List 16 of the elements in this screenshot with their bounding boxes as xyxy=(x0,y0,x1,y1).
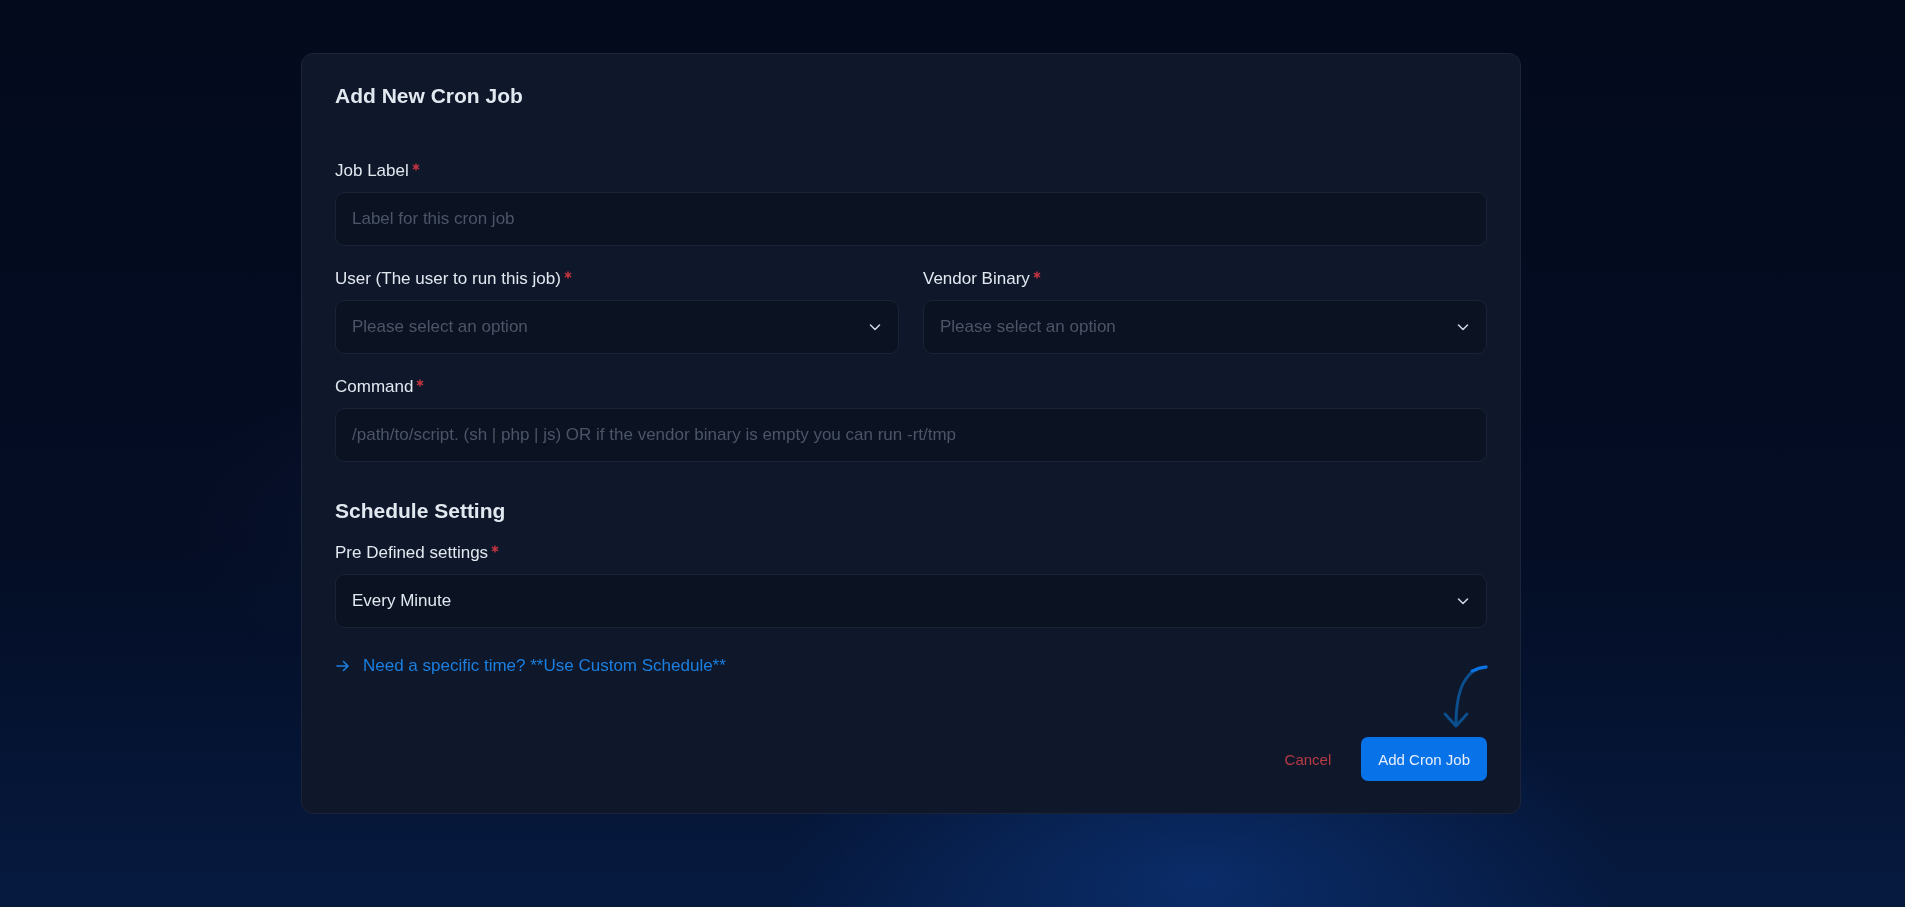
field-label: Pre Defined settings xyxy=(335,542,489,564)
field-label: Vendor Binary xyxy=(923,268,1030,290)
select-dropdown[interactable]: Please select an option xyxy=(335,300,899,354)
field-label: User (The user to run this job) xyxy=(335,268,561,290)
text-input-field[interactable]: Label for this cron job xyxy=(335,192,1487,246)
select-dropdown[interactable]: Please select an option xyxy=(923,300,1487,354)
dialog-title: Add New Cron Job xyxy=(335,83,524,109)
custom-schedule-link[interactable]: Need a specific time? **Use Custom Schedule** xyxy=(363,656,726,676)
select-dropdown[interactable]: Every Minute xyxy=(335,574,1487,628)
arrow-right-icon xyxy=(335,658,351,674)
field-label: Command xyxy=(335,376,414,398)
add-button[interactable]: Add Cron Job xyxy=(1361,737,1487,781)
section-heading: Schedule Setting xyxy=(335,498,507,524)
cancel-button[interactable]: Cancel xyxy=(1280,737,1336,781)
field-label: Job Label xyxy=(335,160,409,182)
text-input-field[interactable]: /path/to/script. (sh | php | js) OR if the vendor binary is empty you can run -rt/tmp xyxy=(335,408,1487,462)
